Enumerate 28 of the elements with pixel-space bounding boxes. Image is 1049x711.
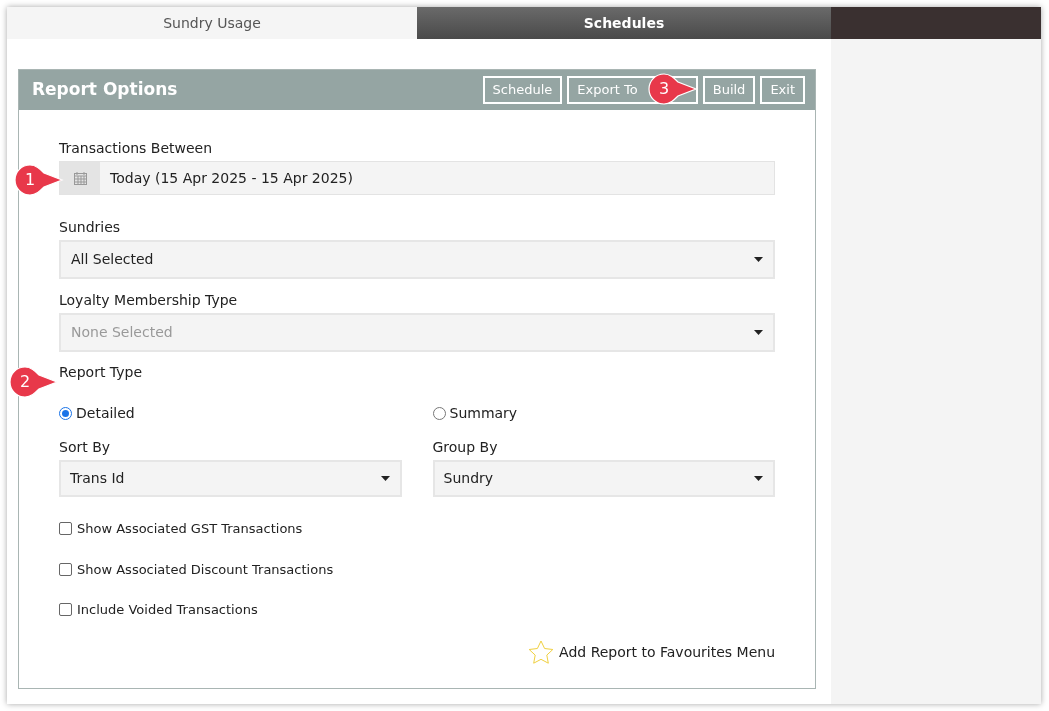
radio-option[interactable]: Detailed [59, 403, 402, 424]
radio-option[interactable]: Summary [432, 403, 775, 424]
tab[interactable]: Schedules [417, 7, 831, 39]
panel-title: Report Options [32, 78, 178, 102]
callout-tooltip: 1 [14, 164, 64, 196]
calendar-icon [73, 171, 87, 185]
checkbox-option[interactable]: Show Associated GST Transactions [59, 519, 775, 539]
field-label: Sundries [59, 218, 122, 237]
field-label: Report Type [59, 363, 143, 382]
select-field[interactable]: Trans Id [59, 460, 402, 497]
tab[interactable]: Sundry Usage [7, 7, 417, 39]
field-label: Transactions Between [59, 139, 214, 158]
caret-icon [754, 257, 763, 262]
date-range-field[interactable]: Today (15 Apr 2025 - 15 Apr 2025) [59, 161, 775, 195]
callout-tooltip: 3 [648, 73, 698, 105]
select-field[interactable]: All Selected [59, 240, 775, 279]
caret-icon [754, 330, 763, 335]
star-icon[interactable] [528, 639, 555, 665]
caret-icon [380, 476, 390, 481]
checkbox-option[interactable]: Include Voided Transactions [59, 600, 775, 620]
caret-icon [754, 476, 763, 481]
field-label: Group By [432, 438, 499, 457]
field-label: Sort By [59, 438, 112, 457]
add-to-favourites-link[interactable]: Add Report to Favourites Menu [559, 641, 775, 663]
callout-tooltip: 2 [9, 366, 59, 398]
field-label: Loyalty Membership Type [59, 291, 239, 310]
checkbox-option[interactable]: Show Associated Discount Transactions [59, 559, 775, 579]
select-field[interactable]: Sundry [432, 460, 775, 497]
